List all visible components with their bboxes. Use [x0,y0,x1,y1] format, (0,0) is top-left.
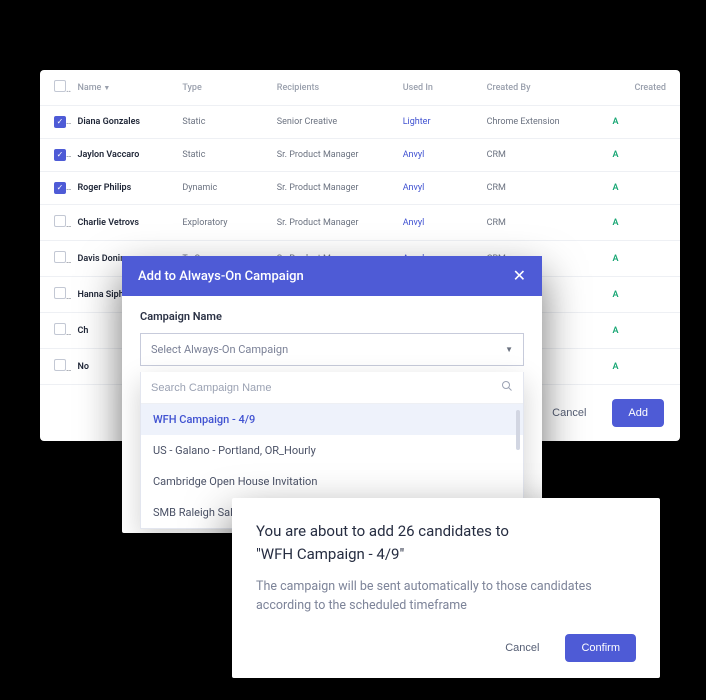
cell-created: A [607,139,681,172]
row-checkbox[interactable] [54,215,66,227]
scrollbar-thumb[interactable] [516,410,520,450]
modal-header: Add to Always-On Campaign ✕ [122,256,542,296]
cell-used: Anvyl [397,205,481,241]
col-type[interactable]: Type [176,70,270,106]
cell-used: Lighter [397,106,481,139]
cancel-button[interactable]: Cancel [536,399,602,427]
row-checkbox[interactable] [54,287,66,299]
search-icon [501,380,513,395]
cell-createdby: CRM [481,205,607,241]
campaign-option[interactable]: Cambridge Open House Invitation [141,466,523,497]
add-campaign-modal: Add to Always-On Campaign ✕ Campaign Nam… [122,256,542,533]
confirm-dialog: You are about to add 26 candidates to "W… [232,498,660,678]
cell-type: Static [176,139,270,172]
chevron-down-icon: ▼ [505,345,513,354]
row-checkbox[interactable] [54,251,66,263]
search-row [141,372,523,404]
cell-name: Roger Philips [71,172,176,205]
row-checkbox[interactable] [54,323,66,335]
cell-created: A [607,313,681,349]
cell-used: Anvyl [397,139,481,172]
cell-createdby: Chrome Extension [481,106,607,139]
cell-created: A [607,106,681,139]
col-used[interactable]: Used In [397,70,481,106]
cell-type: Static [176,106,270,139]
cell-createdby: CRM [481,139,607,172]
cell-used: Anvyl [397,172,481,205]
add-button[interactable]: Add [612,399,664,427]
cell-name: Diana Gonzales [71,106,176,139]
close-icon[interactable]: ✕ [513,268,526,284]
row-checkbox[interactable] [54,149,66,161]
confirm-subtitle: The campaign will be sent automatically … [256,577,636,616]
campaign-option[interactable]: WFH Campaign - 4/9 [141,404,523,435]
cell-createdby: CRM [481,172,607,205]
cell-recipients: Sr. Product Manager [271,172,397,205]
table-row[interactable]: Diana GonzalesStaticSenior CreativeLight… [40,106,680,139]
cancel-button[interactable]: Cancel [489,634,555,662]
table-row[interactable]: Roger PhilipsDynamicSr. Product ManagerA… [40,172,680,205]
modal-title: Add to Always-On Campaign [138,269,304,284]
campaign-name-label: Campaign Name [140,310,524,323]
cell-type: Dynamic [176,172,270,205]
col-recipients[interactable]: Recipients [271,70,397,106]
cell-recipients: Sr. Product Manager [271,205,397,241]
cell-name: Jaylon Vaccaro [71,139,176,172]
row-checkbox[interactable] [54,116,66,128]
table-row[interactable]: Charlie VetrovsExploratorySr. Product Ma… [40,205,680,241]
cell-created: A [607,172,681,205]
campaign-option[interactable]: US - Galano - Portland, OR_Hourly [141,435,523,466]
table-row[interactable]: Jaylon VaccaroStaticSr. Product ManagerA… [40,139,680,172]
col-name[interactable]: Name▼ [71,70,176,106]
cell-recipients: Senior Creative [271,106,397,139]
cell-recipients: Sr. Product Manager [271,139,397,172]
col-createdby[interactable]: Created By [481,70,607,106]
cell-created: A [607,241,681,277]
confirm-title: You are about to add 26 candidates to "W… [256,520,636,565]
campaign-select[interactable]: Select Always-On Campaign ▼ [140,333,524,366]
confirm-button[interactable]: Confirm [565,634,636,662]
select-all-checkbox[interactable] [54,80,66,92]
chevron-down-icon: ▼ [103,84,110,92]
cell-created: A [607,277,681,313]
cell-type: Exploratory [176,205,270,241]
cell-created: A [607,349,681,385]
cell-name: Charlie Vetrovs [71,205,176,241]
cell-created: A [607,205,681,241]
select-placeholder: Select Always-On Campaign [151,343,288,356]
col-created[interactable]: Created [607,70,681,106]
search-input[interactable] [151,382,501,394]
row-checkbox[interactable] [54,359,66,371]
row-checkbox[interactable] [54,182,66,194]
